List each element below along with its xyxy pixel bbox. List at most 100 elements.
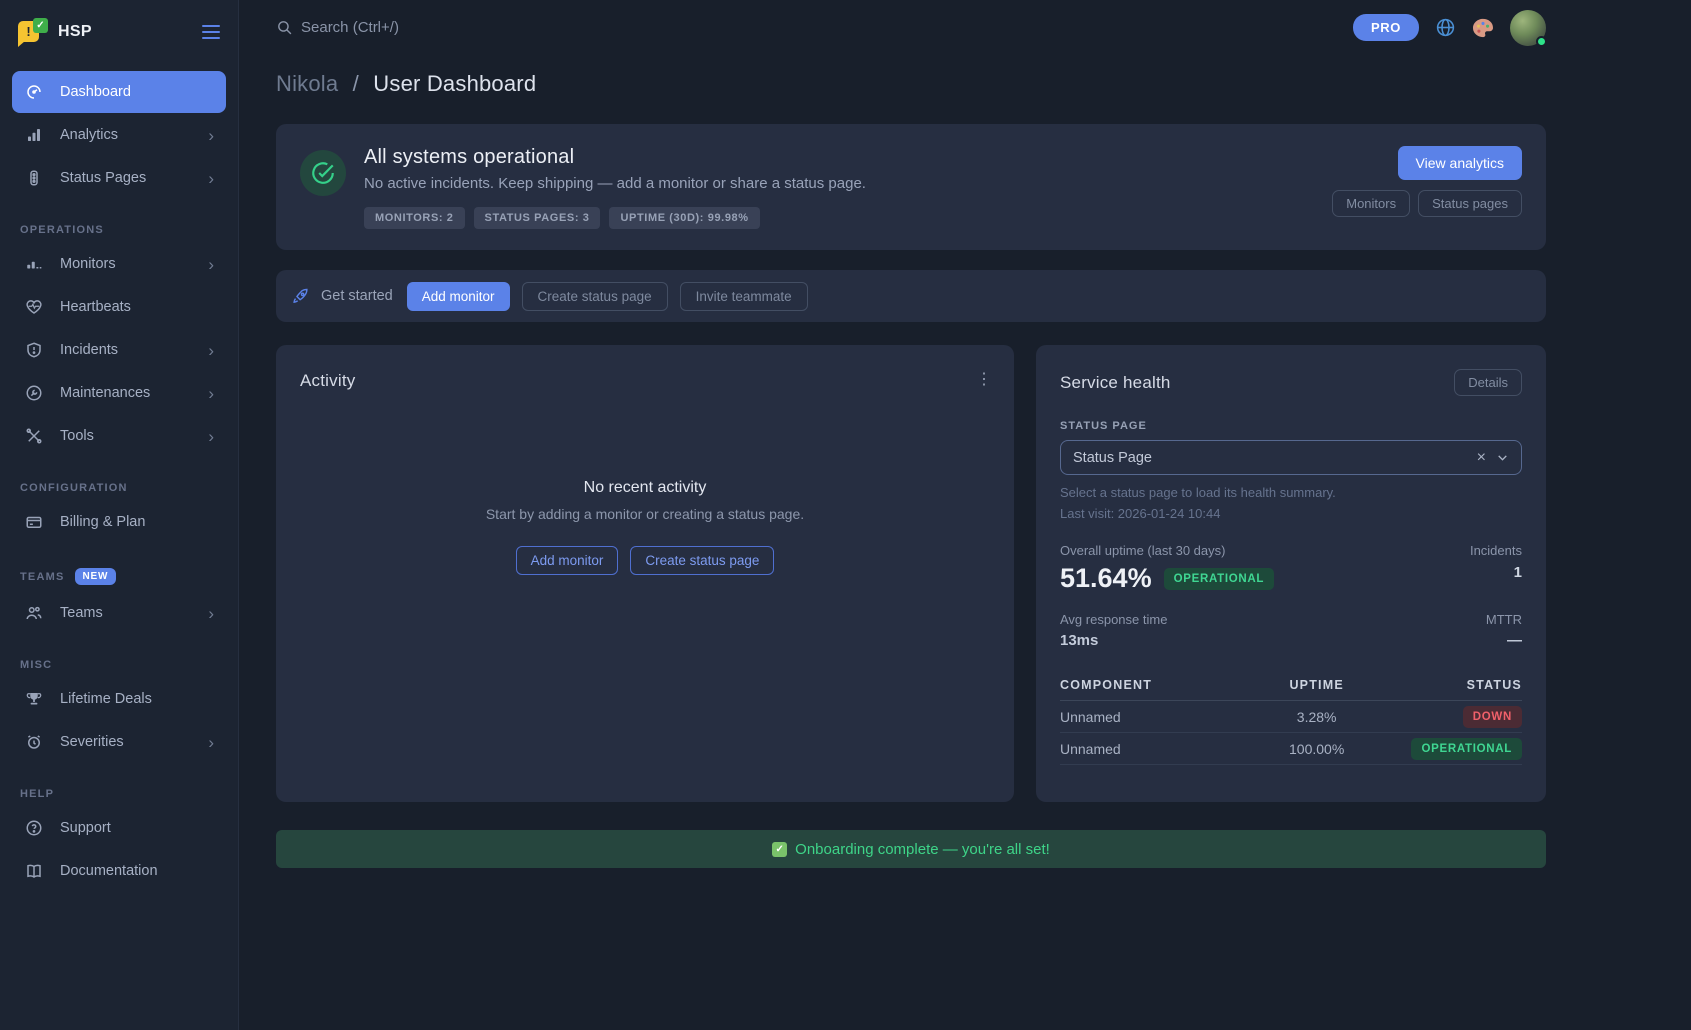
book-icon <box>24 861 44 881</box>
hamburger-menu-icon[interactable] <box>202 25 220 39</box>
traffic-light-icon <box>24 168 44 188</box>
sidebar: ! ✓ HSP Dashboard Analytics › Status Pag… <box>0 0 239 1030</box>
sidebar-item-billing[interactable]: Billing & Plan <box>12 501 226 543</box>
chevron-right-icon: › <box>208 256 214 273</box>
pro-badge[interactable]: PRO <box>1353 14 1419 41</box>
sidebar-item-dashboard[interactable]: Dashboard <box>12 71 226 113</box>
sidebar-item-incidents[interactable]: Incidents › <box>12 329 226 371</box>
details-button[interactable]: Details <box>1454 369 1522 396</box>
monitors-button[interactable]: Monitors <box>1332 190 1410 217</box>
sidebar-item-maintenances[interactable]: Maintenances › <box>12 372 226 414</box>
component-name: Unnamed <box>1060 709 1243 725</box>
sidebar-item-status-pages[interactable]: Status Pages › <box>12 157 226 199</box>
hero-subtitle: No active incidents. Keep shipping — add… <box>364 175 866 192</box>
sidebar-item-label: Heartbeats <box>60 299 131 315</box>
empty-state-title: No recent activity <box>300 479 990 497</box>
activity-title: Activity <box>300 371 990 391</box>
sidebar-section-help: HELP <box>20 788 238 800</box>
globe-icon[interactable] <box>1435 17 1456 38</box>
chevron-right-icon: › <box>208 127 214 144</box>
last-visit-text: Last visit: 2026-01-24 10:44 <box>1060 506 1522 521</box>
chevron-right-icon: › <box>208 385 214 402</box>
chevron-right-icon: › <box>208 734 214 751</box>
chevron-right-icon: › <box>208 605 214 622</box>
empty-add-monitor-button[interactable]: Add monitor <box>516 546 619 575</box>
hero-title: All systems operational <box>364 146 866 169</box>
sidebar-item-label: Documentation <box>60 863 158 879</box>
component-uptime: 3.28% <box>1243 709 1390 725</box>
page-title: User Dashboard <box>373 71 536 96</box>
chevron-down-icon[interactable] <box>1496 451 1509 464</box>
uptime-badge: UPTIME (30D): 99.98% <box>609 207 759 229</box>
main-area: PRO Nikola / User Dashboard <box>240 0 1691 1030</box>
status-pages-count-badge: STATUS PAGES: 3 <box>474 207 601 229</box>
service-health-card: Service health Details STATUS PAGE Statu… <box>1036 345 1546 802</box>
table-row[interactable]: Unnamed 3.28% DOWN <box>1060 701 1522 733</box>
sidebar-section-misc: MISC <box>20 659 238 671</box>
add-monitor-button[interactable]: Add monitor <box>407 282 510 311</box>
breadcrumb-separator: / <box>353 71 359 96</box>
hero-card: All systems operational No active incide… <box>276 124 1546 250</box>
incidents-stat-value: 1 <box>1470 564 1522 581</box>
trophy-icon <box>24 689 44 709</box>
view-analytics-button[interactable]: View analytics <box>1398 146 1522 180</box>
activity-card: Activity ⋮ No recent activity Start by a… <box>276 345 1014 802</box>
component-name: Unnamed <box>1060 741 1243 757</box>
onboarding-banner-text: Onboarding complete — you're all set! <box>795 841 1050 858</box>
sidebar-section-teams: TEAMS NEW <box>20 568 238 585</box>
table-header-row: COMPONENT UPTIME STATUS <box>1060 669 1522 701</box>
tools-icon <box>24 426 44 446</box>
sidebar-item-documentation[interactable]: Documentation <box>12 850 226 892</box>
invite-teammate-button[interactable]: Invite teammate <box>680 282 808 311</box>
check-circle-icon <box>300 150 346 196</box>
online-status-dot <box>1536 36 1547 47</box>
theme-palette-icon[interactable] <box>1472 18 1494 38</box>
sidebar-item-support[interactable]: Support <box>12 807 226 849</box>
sidebar-item-label: Dashboard <box>60 84 131 100</box>
status-pages-button[interactable]: Status pages <box>1418 190 1522 217</box>
heartbeat-icon <box>24 297 44 317</box>
get-started-label: Get started <box>321 288 393 304</box>
app-logo-icon: ! ✓ <box>18 18 48 46</box>
activity-empty-state: No recent activity Start by adding a mon… <box>300 479 990 575</box>
sidebar-item-label: Status Pages <box>60 170 146 186</box>
status-page-select-value: Status Page <box>1073 450 1152 466</box>
help-circle-icon <box>24 818 44 838</box>
sidebar-item-lifetime-deals[interactable]: Lifetime Deals <box>12 678 226 720</box>
search-input[interactable] <box>301 19 541 36</box>
avg-response-value: 13ms <box>1060 632 1167 649</box>
empty-state-subtitle: Start by adding a monitor or creating a … <box>300 506 990 522</box>
create-status-page-button[interactable]: Create status page <box>522 282 668 311</box>
users-icon <box>24 603 44 623</box>
sidebar-item-monitors[interactable]: Monitors › <box>12 243 226 285</box>
mttr-value: — <box>1486 632 1522 649</box>
sidebar-item-heartbeats[interactable]: Heartbeats <box>12 286 226 328</box>
operational-badge: OPERATIONAL <box>1411 738 1522 760</box>
search-icon <box>276 19 293 36</box>
sidebar-item-teams[interactable]: Teams › <box>12 592 226 634</box>
sidebar-nav: Dashboard Analytics › Status Pages › OPE… <box>0 64 238 892</box>
clear-selection-icon[interactable]: × <box>1477 450 1486 466</box>
sidebar-item-label: Tools <box>60 428 94 444</box>
empty-create-status-page-button[interactable]: Create status page <box>630 546 774 575</box>
component-uptime: 100.00% <box>1243 741 1390 757</box>
operational-badge: OPERATIONAL <box>1164 568 1275 590</box>
user-avatar[interactable] <box>1510 10 1546 46</box>
search-wrap <box>276 19 541 36</box>
bar-chart-icon <box>24 125 44 145</box>
topbar: PRO <box>276 0 1546 55</box>
chevron-right-icon: › <box>208 428 214 445</box>
breadcrumb-parent[interactable]: Nikola <box>276 71 338 96</box>
sidebar-item-severities[interactable]: Severities › <box>12 721 226 763</box>
onboarding-banner: ✓ Onboarding complete — you're all set! <box>276 830 1546 868</box>
sidebar-item-tools[interactable]: Tools › <box>12 415 226 457</box>
sidebar-section-configuration: CONFIGURATION <box>20 482 238 494</box>
header-uptime: UPTIME <box>1243 678 1390 692</box>
kebab-menu-icon[interactable]: ⋮ <box>976 369 992 389</box>
mttr-label: MTTR <box>1486 612 1522 627</box>
gauge-icon <box>24 82 44 102</box>
status-page-select[interactable]: Status Page × <box>1060 440 1522 475</box>
rocket-icon <box>292 288 309 305</box>
table-row[interactable]: Unnamed 100.00% OPERATIONAL <box>1060 733 1522 765</box>
sidebar-item-analytics[interactable]: Analytics › <box>12 114 226 156</box>
